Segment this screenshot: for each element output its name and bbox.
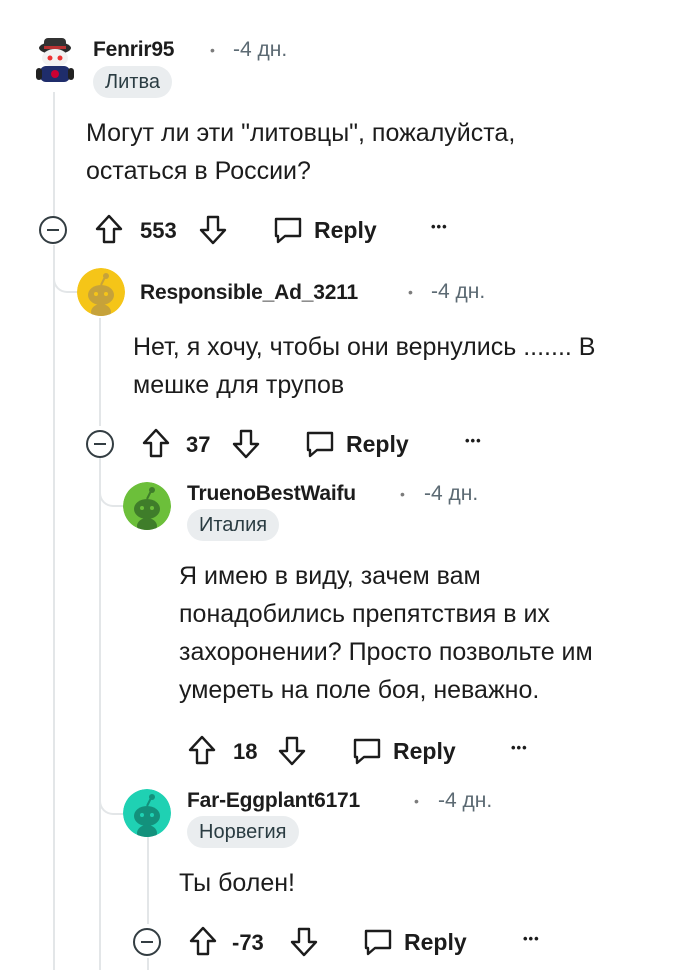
separator-dot: • [400,486,405,502]
more-options-icon[interactable]: ••• [431,219,448,234]
reply-button[interactable]: Reply [346,431,409,458]
thread-line-level-3 [147,836,149,924]
comment-line: мешке для трупов [133,371,345,399]
downvote-icon[interactable] [289,926,319,958]
user-flair: Италия [187,509,280,541]
thread-connector [53,245,77,293]
comment-body: Ты болен! [179,864,295,902]
thread-line-level-1 [53,92,55,218]
thread-line-level-1-lower [53,245,55,970]
reply-bubble-icon[interactable] [351,735,383,767]
comment-line: Ты болен! [179,869,296,897]
username[interactable]: Far-Eggplant6171 [187,789,360,813]
comment-body: Я имею в виду, зачем вам понадобились пр… [179,557,593,709]
comment-line: Могут ли эти "литовцы", пожалуйста, [86,119,516,147]
separator-dot: • [408,284,413,300]
comment-body: Нет, я хочу, чтобы они вернулись .......… [133,328,595,404]
reply-bubble-icon[interactable] [272,214,304,246]
avatar[interactable] [30,36,80,86]
timestamp[interactable]: -4 дн. [424,482,478,506]
avatar[interactable] [77,268,125,316]
username[interactable]: Fenrir95 [93,38,174,62]
reply-button[interactable]: Reply [314,217,377,244]
timestamp[interactable]: -4 дн. [233,38,287,62]
vote-score: 553 [140,218,177,243]
downvote-icon[interactable] [231,428,261,460]
timestamp[interactable]: -4 дн. [431,280,485,304]
upvote-icon[interactable] [141,427,171,459]
reply-bubble-icon[interactable] [304,428,336,460]
more-options-icon[interactable]: ••• [523,931,540,946]
upvote-icon[interactable] [187,734,217,766]
thread-connector [99,458,123,815]
upvote-icon[interactable] [94,213,124,245]
comment-body: Могут ли эти "литовцы", пожалуйста, оста… [86,114,515,190]
timestamp[interactable]: -4 дн. [438,789,492,813]
downvote-icon[interactable] [277,735,307,767]
reply-bubble-icon[interactable] [362,926,394,958]
vote-score: -73 [232,930,264,955]
avatar[interactable] [123,482,171,530]
more-options-icon[interactable]: ••• [511,740,528,755]
downvote-icon[interactable] [198,214,228,246]
user-flair: Норвегия [187,816,299,848]
avatar[interactable] [123,789,171,837]
username[interactable]: TruenoBestWaifu [187,482,356,506]
username[interactable]: Responsible_Ad_3211 [140,281,358,305]
vote-score: 18 [233,739,258,764]
collapse-icon[interactable] [86,430,114,458]
reply-button[interactable]: Reply [393,738,456,765]
collapse-icon[interactable] [39,216,67,244]
separator-dot: • [414,793,419,809]
comment-line: понадобились препятствия в их [179,600,550,628]
user-flair: Литва [93,66,172,98]
thread-line-level-2 [99,318,101,426]
thread-line-level-3-lower [147,958,149,970]
collapse-icon[interactable] [133,928,161,956]
comment-line: остаться в России? [86,157,311,185]
vote-score: 37 [186,432,211,457]
separator-dot: • [210,42,215,58]
comment-line: Нет, я хочу, чтобы они вернулись .......… [133,333,596,361]
more-options-icon[interactable]: ••• [465,433,482,448]
comment-line: захоронении? Просто позвольте им [179,638,593,666]
comment-line: умереть на поле боя, неважно. [179,676,540,704]
upvote-icon[interactable] [188,925,218,957]
reply-button[interactable]: Reply [404,929,467,956]
comment-line: Я имею в виду, зачем вам [179,562,481,590]
